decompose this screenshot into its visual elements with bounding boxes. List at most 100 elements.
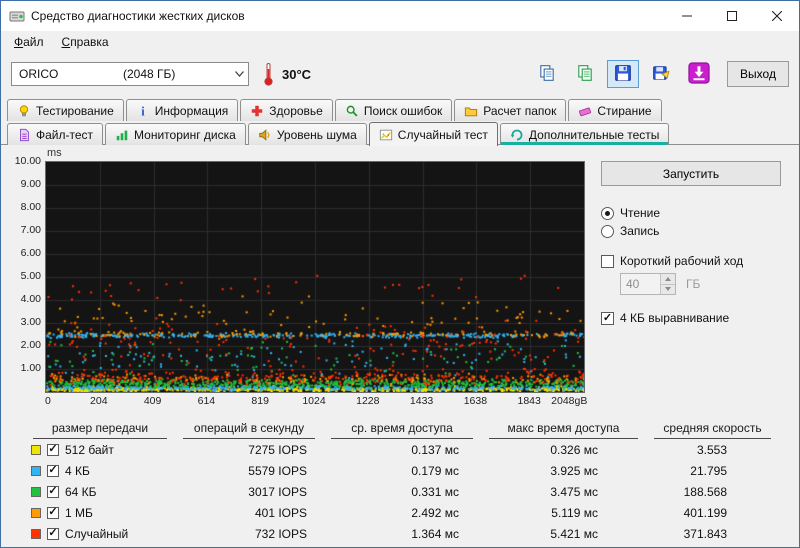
random-test-panel: 10.009.008.007.006.005.004.003.002.001.0… <box>1 144 799 547</box>
series-color-swatch <box>31 508 41 518</box>
save-button[interactable] <box>607 60 639 88</box>
tab-disk-monitor[interactable]: Мониторинг диска <box>105 123 246 145</box>
series-label: 4 КБ <box>65 464 90 478</box>
temperature-value: 30°C <box>282 67 311 82</box>
spin-down-button[interactable] <box>661 284 675 295</box>
download-button[interactable] <box>683 60 715 88</box>
x-tick-label: 1638 <box>464 395 487 407</box>
tab-folder-calc[interactable]: Расчет папок <box>454 99 566 121</box>
maximize-button[interactable] <box>709 1 754 31</box>
series-color-swatch <box>31 529 41 539</box>
short-stroke-label: Короткий рабочий ход <box>620 254 743 268</box>
x-tick-label: 1228 <box>356 395 379 407</box>
tab-label: Здоровье <box>269 104 323 118</box>
tab-row-1: Тестирование i Информация Здоровье Поиск оши… <box>7 99 793 121</box>
spin-up-button[interactable] <box>661 274 675 284</box>
x-tick-label: 0 <box>45 395 51 407</box>
y-tick-label: 6.00 <box>21 247 41 259</box>
tab-label: Файл-тест <box>36 128 93 142</box>
chart-area: 10.009.008.007.006.005.004.003.002.001.0… <box>1 145 799 409</box>
minimize-button[interactable] <box>664 1 709 31</box>
series-label: 64 КБ <box>65 485 97 499</box>
iops-value: 5579 IOPS <box>175 464 323 478</box>
read-radio-row[interactable]: Чтение <box>601 206 781 220</box>
tab-label: Мониторинг диска <box>134 128 236 142</box>
exit-button[interactable]: Выход <box>727 61 789 87</box>
spin-up-icon <box>665 277 671 281</box>
export-save-button[interactable] <box>645 60 677 88</box>
series-color-swatch <box>31 466 41 476</box>
menu-help[interactable]: Справка <box>53 32 118 52</box>
tab-row-2: Файл-тест Мониторинг диска Уровень шумаСлу… <box>7 121 793 145</box>
table-row: 4 КБ5579 IOPS0.179 мс3.925 мс21.795 <box>25 460 779 481</box>
x-tick-label: 1024 <box>302 395 325 407</box>
write-radio-row[interactable]: Запись <box>601 224 781 238</box>
table-row: 1 МБ401 IOPS2.492 мс5.119 мс401.199 <box>25 502 779 523</box>
avg-speed-value: 3.553 <box>646 443 779 457</box>
y-axis: 10.009.008.007.006.005.004.003.002.001.0… <box>7 161 45 391</box>
start-button[interactable]: Запустить <box>601 161 781 186</box>
short-stroke-size-input[interactable]: 40 <box>620 273 676 295</box>
drive-select[interactable]: ORICO (2048 ГБ) <box>11 62 249 86</box>
table-header: размер передачиопераций в секундуср. вре… <box>25 419 779 439</box>
iops-value: 401 IOPS <box>175 506 323 520</box>
tab-random-test[interactable]: Случайный тест <box>369 122 498 146</box>
series-checkbox[interactable] <box>47 465 59 477</box>
tab-noise-level[interactable]: Уровень шума <box>248 123 367 145</box>
y-tick-label: 4.00 <box>21 293 41 305</box>
align-row[interactable]: 4 КБ выравнивание <box>601 311 781 325</box>
read-radio[interactable] <box>601 207 614 220</box>
avg-access-value: 2.492 мс <box>323 506 481 520</box>
tab-information[interactable]: i Информация <box>126 99 238 121</box>
align-4k-label: 4 КБ выравнивание <box>620 311 729 325</box>
max-access-value: 0.326 мс <box>481 443 646 457</box>
series-label: 1 МБ <box>65 506 93 520</box>
tab-file-test[interactable]: Файл-тест <box>7 123 103 145</box>
max-access-value: 5.119 мс <box>481 506 646 520</box>
y-axis-unit: ms <box>47 147 62 159</box>
avg-access-value: 1.364 мс <box>323 527 481 541</box>
close-button[interactable] <box>754 1 799 31</box>
health-cross-icon <box>250 104 264 118</box>
x-tick-label: 819 <box>251 395 269 407</box>
copy-pages-button[interactable] <box>531 60 563 88</box>
series-checkbox[interactable] <box>47 444 59 456</box>
tab-label: Расчет папок <box>483 104 556 118</box>
y-tick-label: 8.00 <box>21 201 41 213</box>
copy-report-button[interactable] <box>569 60 601 88</box>
series-cell: 64 КБ <box>25 485 175 499</box>
avg-speed-value: 21.795 <box>646 464 779 478</box>
results-table: размер передачиопераций в секундуср. вре… <box>25 419 779 544</box>
series-checkbox[interactable] <box>47 528 59 540</box>
iops-value: 3017 IOPS <box>175 485 323 499</box>
short-stroke-checkbox[interactable] <box>601 255 614 268</box>
align-4k-checkbox[interactable] <box>601 312 614 325</box>
tab-erase[interactable]: Стирание <box>568 99 661 121</box>
series-checkbox[interactable] <box>47 507 59 519</box>
menu-file[interactable]: Файл <box>5 32 53 52</box>
iops-value: 732 IOPS <box>175 527 323 541</box>
tab-additional-tests[interactable]: Дополнительные тесты <box>500 123 669 145</box>
series-label: 512 байт <box>65 443 114 457</box>
y-tick-label: 10.00 <box>15 155 41 167</box>
window-controls <box>664 1 799 31</box>
tab-label: Информация <box>155 104 228 118</box>
export-floppy-icon <box>652 64 670 85</box>
tab-health[interactable]: Здоровье <box>240 99 333 121</box>
tab-testing[interactable]: Тестирование <box>7 99 124 121</box>
series-checkbox[interactable] <box>47 486 59 498</box>
thermometer-icon <box>263 62 274 86</box>
y-tick-label: 7.00 <box>21 224 41 236</box>
write-radio[interactable] <box>601 225 614 238</box>
short-stroke-row[interactable]: Короткий рабочий ход <box>601 254 781 268</box>
scatter-canvas <box>45 161 585 393</box>
chevron-down-icon <box>235 71 244 77</box>
avg-access-value: 0.179 мс <box>323 464 481 478</box>
series-label: Случайный <box>65 527 128 541</box>
x-tick-label: 409 <box>144 395 162 407</box>
spinner <box>660 274 675 294</box>
series-cell: 1 МБ <box>25 506 175 520</box>
tab-error-scan[interactable]: Поиск ошибок <box>335 99 452 121</box>
avg-access-value: 0.331 мс <box>323 485 481 499</box>
info-icon: i <box>136 104 150 118</box>
